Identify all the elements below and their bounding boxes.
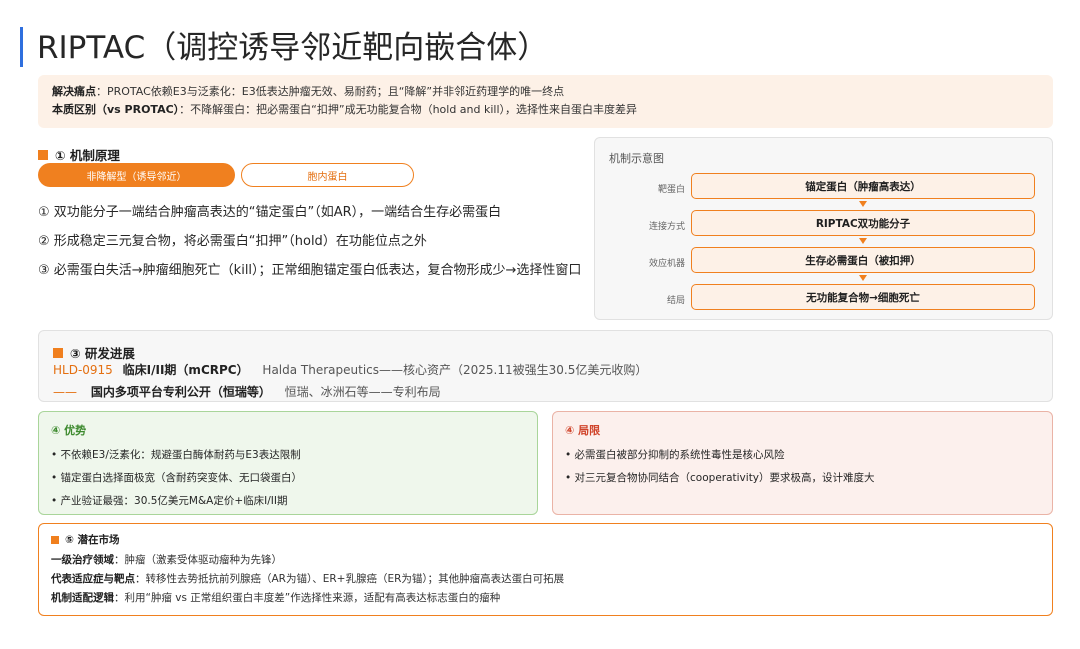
section-square-icon — [51, 535, 59, 544]
market-line-text: ：肿瘤（激素受体驱动瘤种为先锋） — [114, 554, 282, 566]
progress-row-hld: HLD-0915 临床I/II期（mCRPC） Halda Therapeuti… — [53, 361, 647, 378]
down-arrow-icon — [859, 238, 867, 244]
limitations-panel: ④ 局限 • 必需蛋白被部分抑制的系统性毒性是核心风险 • 对三元复合物协同结合… — [552, 411, 1053, 515]
market-line-label: 一级治疗领域 — [51, 554, 114, 566]
diagram-title: 机制示意图 — [609, 152, 664, 165]
mechanism-point: ③ 必需蛋白失活→肿瘤细胞死亡（kill）；正常细胞锚定蛋白低表达，复合物形成少… — [38, 263, 582, 278]
pain-point-text: ：PROTAC依赖E3与泛素化：E3低表达肿瘤无效、易耐药；且“降解”并非邻近药… — [96, 85, 565, 98]
tag-non-degrading: 非降解型（诱导邻近） — [38, 163, 235, 187]
mechanism-heading: ① 机制原理 — [38, 145, 120, 164]
mechanism-heading-text: ① 机制原理 — [55, 148, 120, 163]
pain-point-line: 解决痛点：PROTAC依赖E3与泛素化：E3低表达肿瘤无效、易耐药；且“降解”并… — [52, 83, 1039, 101]
difference-label: 本质区别（vs PROTAC） — [52, 103, 180, 116]
market-line-label: 机制适配逻辑 — [51, 592, 114, 604]
progress-row-patents: —— 国内多项平台专利公开（恒瑞等） 恒瑞、冰洲石等——专利布局 — [53, 383, 441, 400]
mechanism-diagram: 机制示意图 靶蛋白 锚定蛋白（肿瘤高表达） 连接方式 RIPTAC双功能分子 效… — [594, 137, 1053, 320]
diagram-box-anchor-protein: 锚定蛋白（肿瘤高表达） — [691, 173, 1035, 199]
market-heading-text: ⑤ 潜在市场 — [65, 534, 120, 546]
clinical-phase: 临床I/II期（mCRPC） — [122, 363, 249, 377]
limitation-item: • 必需蛋白被部分抑制的系统性毒性是核心风险 — [565, 449, 785, 461]
market-heading: ⑤ 潜在市场 — [51, 532, 1040, 547]
pain-point-panel: 解决痛点：PROTAC依赖E3与泛素化：E3低表达肿瘤无效、易耐药；且“降解”并… — [38, 75, 1053, 128]
market-panel: ⑤ 潜在市场 一级治疗领域：肿瘤（激素受体驱动瘤种为先锋） 代表适应症与靶点：转… — [38, 523, 1053, 616]
market-line-text: ：利用“肿瘤 vs 正常组织蛋白丰度差”作选择性来源，适配有高表达标志蛋白的瘤种 — [114, 592, 501, 604]
market-line: 代表适应症与靶点：转移性去势抵抗前列腺癌（AR为锚）、ER+乳腺癌（ER为锚）；… — [51, 570, 1040, 589]
patent-title: 国内多项平台专利公开（恒瑞等） — [90, 385, 271, 399]
market-line-label: 代表适应症与靶点 — [51, 573, 135, 585]
progress-heading: ③ 研发进展 — [53, 343, 135, 362]
diagram-box-riptac: RIPTAC双功能分子 — [691, 210, 1035, 236]
mechanism-points: ① 双功能分子一端结合肿瘤高表达的“锚定蛋白”（如AR），一端结合生存必需蛋白 … — [38, 201, 583, 288]
down-arrow-icon — [859, 275, 867, 281]
advantage-item: • 产业验证最强：30.5亿美元M&A定价+临床I/II期 — [51, 495, 288, 507]
advantages-panel: ④ 优势 • 不依赖E3/泛素化：规避蛋白酶体耐药与E3表达限制 • 锚定蛋白选… — [38, 411, 538, 515]
drug-code: HLD-0915 — [53, 363, 113, 377]
difference-text: ：不降解蛋白：把必需蛋白“扣押”成无功能复合物（hold and kill），选… — [179, 103, 638, 116]
market-line: 机制适配逻辑：利用“肿瘤 vs 正常组织蛋白丰度差”作选择性来源，适配有高表达标… — [51, 589, 1040, 608]
market-line: 一级治疗领域：肿瘤（激素受体驱动瘤种为先锋） — [51, 551, 1040, 570]
title-accent-bar — [20, 27, 23, 67]
mechanism-point: ① 双功能分子一端结合肿瘤高表达的“锚定蛋白”（如AR），一端结合生存必需蛋白 — [38, 205, 502, 220]
diagram-box-essential-protein: 生存必需蛋白（被扣押） — [691, 247, 1035, 273]
advantage-item: • 不依赖E3/泛素化：规避蛋白酶体耐药与E3表达限制 — [51, 449, 301, 461]
page-title: RIPTAC（调控诱导邻近靶向嵌合体） — [37, 30, 549, 66]
pain-point-label: 解决痛点 — [52, 85, 96, 98]
tag-intracellular-protein: 胞内蛋白 — [241, 163, 414, 187]
diagram-row-label: 连接方式 — [648, 222, 685, 232]
market-line-text: ：转移性去势抵抗前列腺癌（AR为锚）、ER+乳腺癌（ER为锚）；其他肿瘤高表达蛋… — [135, 573, 565, 585]
progress-heading-text: ③ 研发进展 — [70, 346, 135, 361]
section-square-icon — [38, 149, 48, 160]
limitation-item: • 对三元复合物协同结合（cooperativity）要求极高，设计难度大 — [565, 472, 875, 484]
advantages-title: ④ 优势 — [51, 424, 87, 437]
advantage-item: • 锚定蛋白选择面极宽（含耐药突变体、无口袋蛋白） — [51, 472, 303, 484]
company-info: Halda Therapeutics——核心资产（2025.11被强生30.5亿… — [262, 363, 648, 377]
diagram-box-outcome: 无功能复合物→细胞死亡 — [691, 284, 1035, 310]
diagram-row-label: 靶蛋白 — [657, 185, 685, 195]
down-arrow-icon — [859, 201, 867, 207]
dash-mark: —— — [53, 385, 77, 399]
limitations-title: ④ 局限 — [565, 424, 601, 437]
difference-line: 本质区别（vs PROTAC）：不降解蛋白：把必需蛋白“扣押”成无功能复合物（h… — [52, 101, 1039, 119]
section-square-icon — [53, 347, 63, 358]
mechanism-point: ② 形成稳定三元复合物，将必需蛋白“扣押”（hold）在功能位点之外 — [38, 234, 427, 249]
patent-info: 恒瑞、冰洲石等——专利布局 — [284, 385, 441, 399]
diagram-row-label: 结局 — [666, 296, 685, 306]
progress-panel: ③ 研发进展 HLD-0915 临床I/II期（mCRPC） Halda The… — [38, 330, 1053, 402]
diagram-row-label: 效应机器 — [648, 259, 685, 269]
